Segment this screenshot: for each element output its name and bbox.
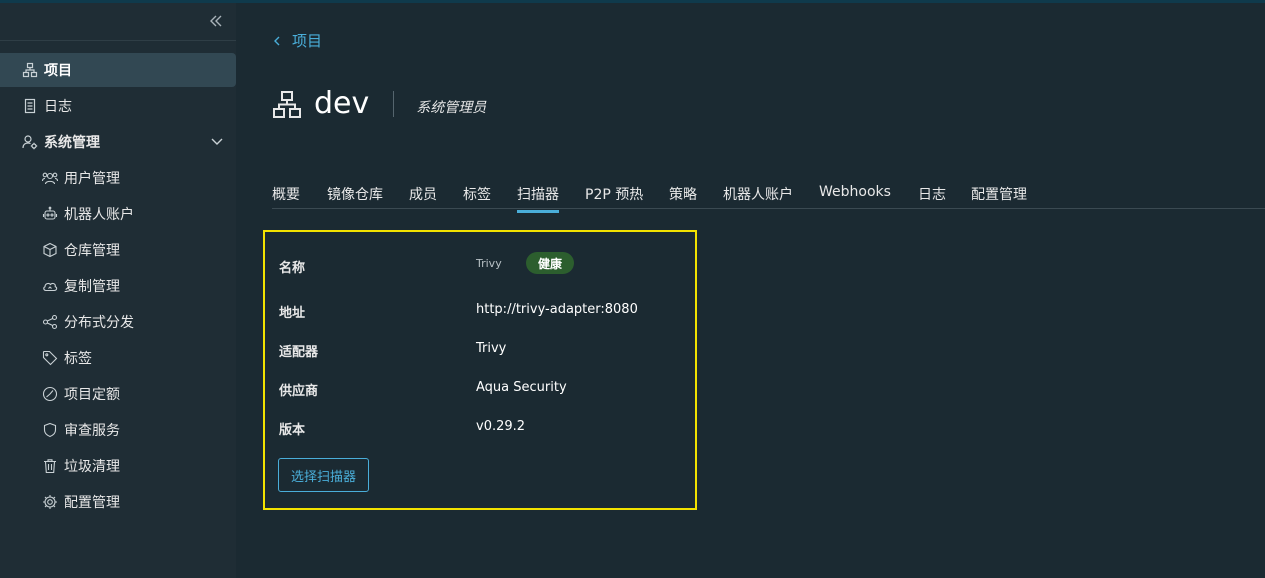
address-label: 地址 [279,306,306,321]
version-value: v0.29.2 [476,419,526,434]
address-value: http://trivy-adapter:8080 [476,302,638,317]
collapse-sidebar-icon[interactable] [208,13,228,33]
sidebar-item-project-quotas[interactable]: 项目定额 [0,377,236,411]
status-badge: 健康 [526,252,575,274]
adapter-value: Trivy [476,341,507,356]
sidebar-item-label: 复制管理 [64,279,120,295]
sidebar-item-label: 标签 [64,351,92,367]
sidebar-item-label: 机器人账户 [64,207,134,223]
breadcrumb-back-link[interactable]: 项目 [272,30,322,51]
tab-summary[interactable]: 概要 [272,184,300,210]
sidebar-item-labels[interactable]: 标签 [0,341,236,375]
adapter-label: 适配器 [279,345,319,360]
page-title: dev [314,86,370,121]
version-label: 版本 [279,423,306,438]
sidebar-item-label: 用户管理 [64,171,120,187]
vendor-value: Aqua Security [476,380,567,395]
sidebar-item-label: 垃圾清理 [64,459,120,475]
sidebar-item-configuration[interactable]: 配置管理 [0,485,236,519]
users-icon [42,170,58,186]
log-icon [22,98,38,114]
name-label: 名称 [279,261,306,276]
sidebar-item-label: 日志 [44,99,72,115]
sidebar-item-label: 分布式分发 [64,315,134,331]
cloud-icon [42,278,58,294]
role-label: 系统管理员 [416,99,487,116]
scanner-details-card: 名称 Trivy 健康 地址 http://trivy-adapter:8080… [263,230,697,510]
page-header: dev 系统管理员 [272,86,486,121]
sidebar-divider [0,40,236,41]
chevron-down-icon[interactable] [210,134,224,148]
tab-members[interactable]: 成员 [409,184,437,210]
robot-icon [42,206,58,222]
tab-scanner[interactable]: 扫描器 [517,184,559,213]
sidebar-item-robot-accounts[interactable]: 机器人账户 [0,197,236,231]
sidebar-item-replications[interactable]: 复制管理 [0,269,236,303]
shield-icon [42,422,58,438]
sidebar-item-distributions[interactable]: 分布式分发 [0,305,236,339]
vendor-label: 供应商 [279,384,319,399]
trash-icon [42,458,58,474]
sidebar-item-label: 审查服务 [64,423,120,439]
cube-icon [42,242,58,258]
sidebar-item-registries[interactable]: 仓库管理 [0,233,236,267]
tab-policy[interactable]: 策略 [669,184,697,210]
chevron-left-icon [272,35,282,47]
sidebar-item-label: 配置管理 [64,495,120,511]
sidebar-item-label: 系统管理 [44,135,100,151]
tab-repositories[interactable]: 镜像仓库 [327,184,383,210]
gear-icon [42,494,58,510]
share-icon [42,314,58,330]
sidebar-item-label: 项目定额 [64,387,120,403]
gauge-icon [42,386,58,402]
breadcrumb-label: 项目 [292,32,323,50]
sidebar-item-label: 项目 [44,63,72,79]
project-tabs: 概要 镜像仓库 成员 标签 扫描器 P2P 预热 策略 机器人账户 Webhoo… [272,178,1265,213]
tab-p2p-preheat[interactable]: P2P 预热 [585,184,643,210]
admin-icon [22,134,38,150]
sidebar: 项目 日志 系统管理 用户管理 机器人账户 仓库管理 复制管理 分布式分发 标签… [0,3,236,578]
tab-logs[interactable]: 日志 [918,184,946,210]
tag-icon [42,350,58,366]
project-icon [22,62,38,78]
tab-webhooks[interactable]: Webhooks [819,184,891,206]
sidebar-item-logs[interactable]: 日志 [0,89,236,123]
tab-robot-accounts[interactable]: 机器人账户 [723,184,793,210]
sidebar-item-projects[interactable]: 项目 [0,53,236,87]
title-divider [393,90,395,117]
project-icon [272,89,302,119]
sidebar-item-garbage-collection[interactable]: 垃圾清理 [0,449,236,483]
select-scanner-button[interactable]: 选择扫描器 [278,458,369,492]
tab-labels[interactable]: 标签 [463,184,491,210]
sidebar-item-interrogation-services[interactable]: 审查服务 [0,413,236,447]
sidebar-item-label: 仓库管理 [64,243,120,259]
sidebar-item-admin[interactable]: 系统管理 [0,125,236,159]
scanner-name: Trivy [476,257,502,270]
tab-configuration[interactable]: 配置管理 [971,184,1027,210]
sidebar-item-users[interactable]: 用户管理 [0,161,236,195]
